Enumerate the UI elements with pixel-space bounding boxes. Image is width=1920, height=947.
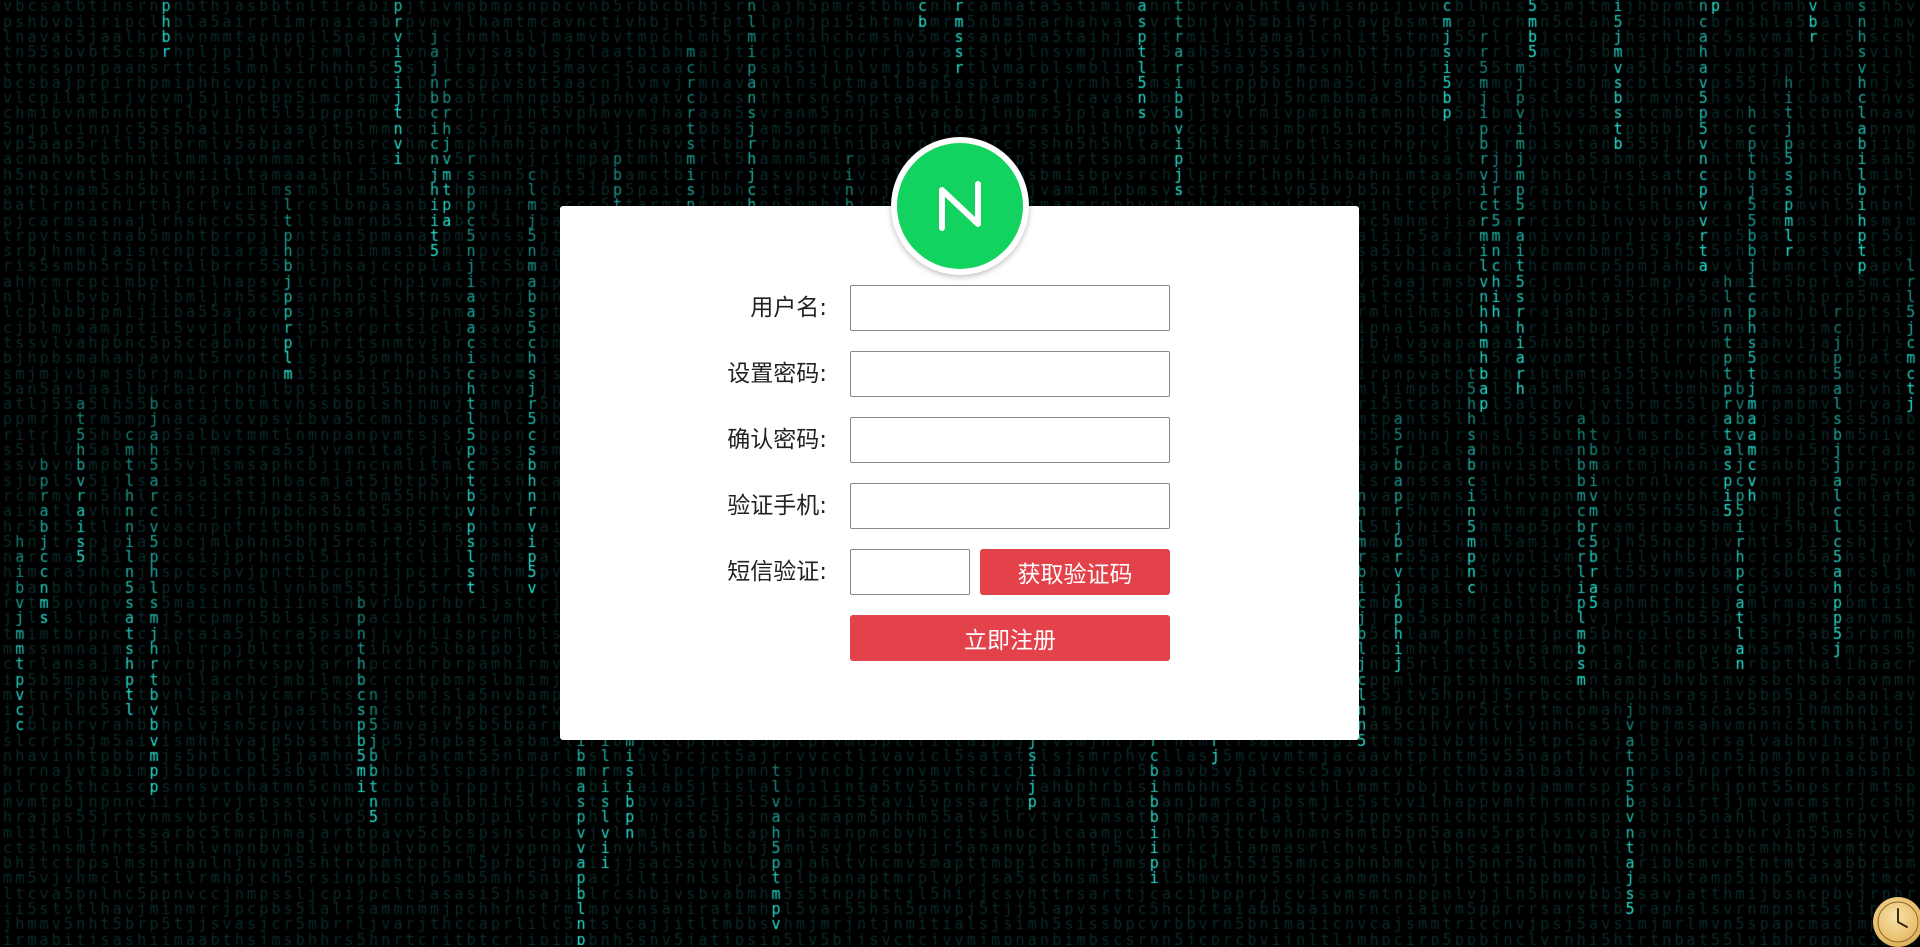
password-input[interactable] — [850, 351, 1170, 397]
register-card: 用户名: 设置密码: 确认密码: 验证手机: 短信验证: 获取验证码 立即注册 — [560, 206, 1359, 740]
clock-face — [1877, 901, 1919, 943]
username-row: 用户名: — [560, 285, 1359, 331]
sms-code-label: 短信验证: — [727, 559, 827, 585]
username-input[interactable] — [850, 285, 1170, 331]
confirm-password-label: 确认密码: — [727, 427, 827, 453]
logo-badge — [891, 137, 1029, 275]
get-code-button[interactable]: 获取验证码 — [980, 549, 1170, 595]
sms-code-input[interactable] — [850, 549, 970, 595]
phone-row: 验证手机: — [560, 483, 1359, 529]
clock-icon[interactable] — [1873, 897, 1920, 947]
confirm-password-row: 确认密码: — [560, 417, 1359, 463]
phone-label: 验证手机: — [727, 493, 827, 519]
submit-row: 立即注册 — [560, 615, 1359, 661]
password-label: 设置密码: — [727, 361, 827, 387]
phone-input[interactable] — [850, 483, 1170, 529]
n-logo-glyph — [939, 181, 981, 231]
register-button[interactable]: 立即注册 — [850, 615, 1170, 661]
confirm-password-input[interactable] — [850, 417, 1170, 463]
password-row: 设置密码: — [560, 351, 1359, 397]
username-label: 用户名: — [750, 295, 827, 321]
n-logo-icon — [897, 143, 1023, 269]
sms-code-row: 短信验证: 获取验证码 — [560, 549, 1359, 595]
